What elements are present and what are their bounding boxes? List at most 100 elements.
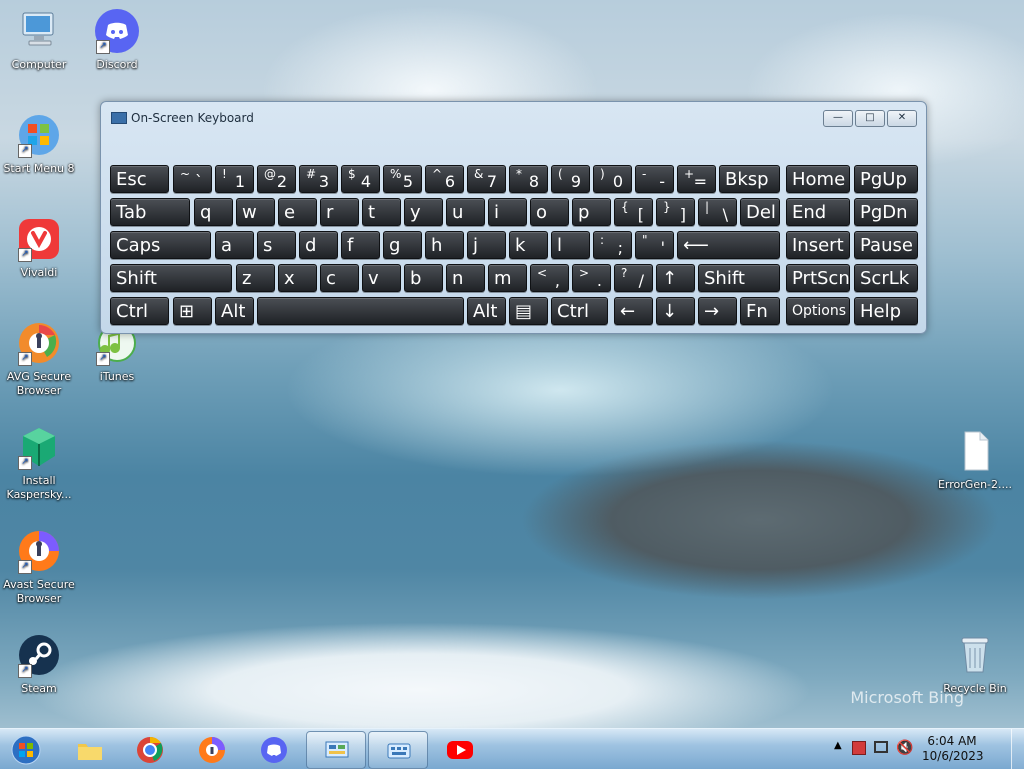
key-pause[interactable]: Pause <box>854 231 918 259</box>
taskbar-control-panel[interactable] <box>306 731 366 769</box>
key-symbol[interactable]: >. <box>572 264 611 292</box>
desktop-icon-vivaldi[interactable]: ↗ Vivaldi <box>0 216 78 280</box>
key-alt[interactable]: Alt <box>215 297 254 325</box>
key-symbol[interactable]: ~ ` <box>173 165 212 193</box>
key-7[interactable]: & 7 <box>467 165 506 193</box>
key-symbol[interactable]: → <box>698 297 737 325</box>
taskbar-on-screen-keyboard[interactable] <box>368 731 428 769</box>
key-5[interactable]: % 5 <box>383 165 422 193</box>
key-insert[interactable]: Insert <box>786 231 850 259</box>
key-ctrl[interactable]: Ctrl <box>110 297 169 325</box>
key-space[interactable] <box>257 297 464 325</box>
key-9[interactable]: (9 <box>551 165 590 193</box>
key-symbol[interactable]: " ' <box>635 231 674 259</box>
maximize-button[interactable]: □ <box>855 110 885 127</box>
network-icon[interactable] <box>874 741 888 753</box>
key-help[interactable]: Help <box>854 297 918 325</box>
desktop-icon-start-menu-8[interactable]: ↗ Start Menu 8 <box>0 112 78 176</box>
key-k[interactable]: k <box>509 231 548 259</box>
key-1[interactable]: ! 1 <box>215 165 254 193</box>
key-r[interactable]: r <box>320 198 359 226</box>
key-symbol[interactable]: {[ <box>614 198 653 226</box>
desktop-icon-install-kaspersky[interactable]: ↗ Install Kaspersky... <box>0 424 78 502</box>
key-m[interactable]: m <box>488 264 527 292</box>
key-h[interactable]: h <box>425 231 464 259</box>
key-j[interactable]: j <box>467 231 506 259</box>
key-symbol[interactable]: | \ <box>698 198 737 226</box>
key-esc[interactable]: Esc <box>110 165 169 193</box>
desktop-icon-avg-secure-browser[interactable]: ↗ AVG Secure Browser <box>0 320 78 398</box>
key-options[interactable]: Options <box>786 297 850 325</box>
desktop-icon-avast-secure-browser[interactable]: ↗ Avast Secure Browser <box>0 528 78 606</box>
key-c[interactable]: c <box>320 264 359 292</box>
key-symbol[interactable]: ? / <box>614 264 653 292</box>
desktop-icon-errorgen[interactable]: ErrorGen-2.... <box>936 428 1014 492</box>
key-symbol[interactable]: ↓ <box>656 297 695 325</box>
key-symbol[interactable]: ⊞ <box>173 297 212 325</box>
key-v[interactable]: v <box>362 264 401 292</box>
close-button[interactable]: ✕ <box>887 110 917 127</box>
key-p[interactable]: p <box>572 198 611 226</box>
key-o[interactable]: o <box>530 198 569 226</box>
key-symbol[interactable]: ▤ <box>509 297 548 325</box>
minimize-button[interactable]: — <box>823 110 853 127</box>
taskbar-avast-browser[interactable] <box>182 731 240 767</box>
volume-muted-icon[interactable]: 🔇 <box>896 740 913 756</box>
key-l[interactable]: l <box>551 231 590 259</box>
key-shift[interactable]: Shift <box>698 264 780 292</box>
key-z[interactable]: z <box>236 264 275 292</box>
action-center-flag-icon[interactable] <box>852 741 866 755</box>
key-symbol[interactable]: ← <box>614 297 653 325</box>
key-d[interactable]: d <box>299 231 338 259</box>
taskbar-youtube[interactable] <box>430 731 488 767</box>
key-y[interactable]: y <box>404 198 443 226</box>
key-alt[interactable]: Alt <box>467 297 506 325</box>
key-scrlk[interactable]: ScrLk <box>854 264 918 292</box>
key-bksp[interactable]: Bksp <box>719 165 780 193</box>
taskbar-file-explorer[interactable] <box>60 731 118 767</box>
key-tab[interactable]: Tab <box>110 198 190 226</box>
key-caps[interactable]: Caps <box>110 231 211 259</box>
key-u[interactable]: u <box>446 198 485 226</box>
taskbar-google-chrome[interactable] <box>120 731 178 767</box>
key-t[interactable]: t <box>362 198 401 226</box>
key-w[interactable]: w <box>236 198 275 226</box>
key-symbol[interactable]: + = <box>677 165 716 193</box>
key-q[interactable]: q <box>194 198 233 226</box>
key-b[interactable]: b <box>404 264 443 292</box>
key-end[interactable]: End <box>786 198 850 226</box>
key-symbol[interactable]: :; <box>593 231 632 259</box>
key-2[interactable]: @2 <box>257 165 296 193</box>
key-n[interactable]: n <box>446 264 485 292</box>
key-symbol[interactable]: -- <box>635 165 674 193</box>
start-button[interactable] <box>0 731 52 767</box>
key-symbol[interactable]: }] <box>656 198 695 226</box>
key-3[interactable]: #3 <box>299 165 338 193</box>
key-pgup[interactable]: PgUp <box>854 165 918 193</box>
key-f[interactable]: f <box>341 231 380 259</box>
show-desktop-button[interactable] <box>1011 729 1024 769</box>
desktop-icon-steam[interactable]: ↗ Steam <box>0 632 78 696</box>
key-prtscn[interactable]: PrtScn <box>786 264 850 292</box>
show-hidden-icons-arrow[interactable]: ▲ <box>834 740 842 751</box>
key-4[interactable]: $4 <box>341 165 380 193</box>
key-8[interactable]: * 8 <box>509 165 548 193</box>
taskbar-clock[interactable]: 6:04 AM 10/6/2023 <box>922 734 984 764</box>
desktop-icon-recycle-bin[interactable]: Recycle Bin <box>936 632 1014 696</box>
key-fn[interactable]: Fn <box>740 297 780 325</box>
key-symbol[interactable]: ↑ <box>656 264 695 292</box>
desktop-icon-computer[interactable]: Computer <box>0 8 78 72</box>
key-home[interactable]: Home <box>786 165 850 193</box>
key-i[interactable]: i <box>488 198 527 226</box>
key-x[interactable]: x <box>278 264 317 292</box>
key-shift[interactable]: Shift <box>110 264 232 292</box>
key-ctrl[interactable]: Ctrl <box>551 297 608 325</box>
key-e[interactable]: e <box>278 198 317 226</box>
window-title-bar[interactable]: On-Screen Keyboard — □ ✕ <box>101 102 926 131</box>
key-symbol[interactable]: ⟵ <box>677 231 780 259</box>
taskbar-discord[interactable] <box>244 731 302 767</box>
desktop-icon-discord[interactable]: ↗ Discord <box>78 8 156 72</box>
key-s[interactable]: s <box>257 231 296 259</box>
key-a[interactable]: a <box>215 231 254 259</box>
key-symbol[interactable]: <, <box>530 264 569 292</box>
